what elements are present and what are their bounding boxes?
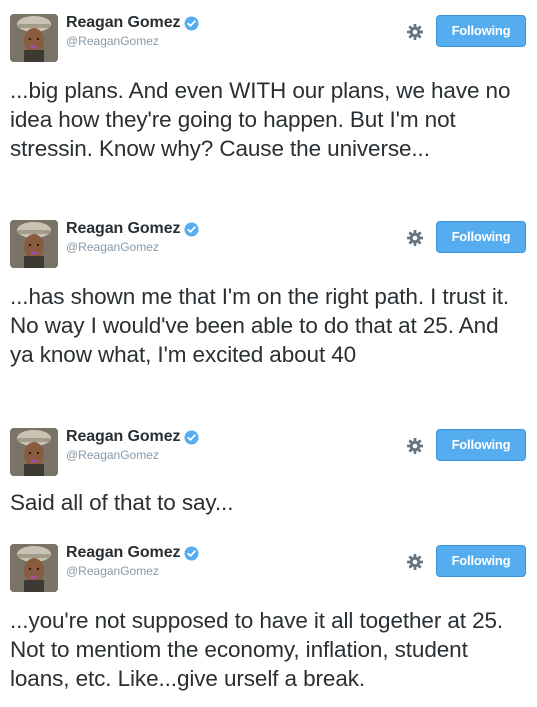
name-row: Reagan Gomez xyxy=(66,220,199,238)
user-handle[interactable]: @ReaganGomez xyxy=(66,564,159,578)
following-button[interactable]: Following xyxy=(436,545,526,577)
display-name[interactable]: Reagan Gomez xyxy=(66,428,180,446)
following-button[interactable]: Following xyxy=(436,429,526,461)
gear-icon[interactable] xyxy=(406,437,424,455)
profile-photo-icon xyxy=(10,428,58,476)
gear-icon[interactable] xyxy=(406,229,424,247)
verified-badge-icon xyxy=(184,546,199,561)
avatar[interactable] xyxy=(10,428,58,476)
following-button[interactable]: Following xyxy=(436,15,526,47)
display-name[interactable]: Reagan Gomez xyxy=(66,544,180,562)
tweet-text: ...has shown me that I'm on the right pa… xyxy=(10,284,510,367)
tweet-text: Said all of that to say... xyxy=(10,490,234,515)
name-row: Reagan Gomez xyxy=(66,14,199,32)
avatar[interactable] xyxy=(10,544,58,592)
profile-photo-icon xyxy=(10,220,58,268)
name-row: Reagan Gomez xyxy=(66,544,199,562)
user-handle[interactable]: @ReaganGomez xyxy=(66,34,159,48)
avatar[interactable] xyxy=(10,14,58,62)
tweet-text: ...you're not supposed to have it all to… xyxy=(10,608,504,691)
profile-photo-icon xyxy=(10,14,58,62)
gear-icon[interactable] xyxy=(406,553,424,571)
following-button[interactable]: Following xyxy=(436,221,526,253)
verified-badge-icon xyxy=(184,16,199,31)
avatar[interactable] xyxy=(10,220,58,268)
verified-badge-icon xyxy=(184,222,199,237)
name-row: Reagan Gomez xyxy=(66,428,199,446)
user-handle[interactable]: @ReaganGomez xyxy=(66,448,159,462)
gear-icon[interactable] xyxy=(406,23,424,41)
display-name[interactable]: Reagan Gomez xyxy=(66,14,180,32)
user-handle[interactable]: @ReaganGomez xyxy=(66,240,159,254)
verified-badge-icon xyxy=(184,430,199,445)
tweet-text: ...big plans. And even WITH our plans, w… xyxy=(10,78,511,161)
profile-photo-icon xyxy=(10,544,58,592)
display-name[interactable]: Reagan Gomez xyxy=(66,220,180,238)
